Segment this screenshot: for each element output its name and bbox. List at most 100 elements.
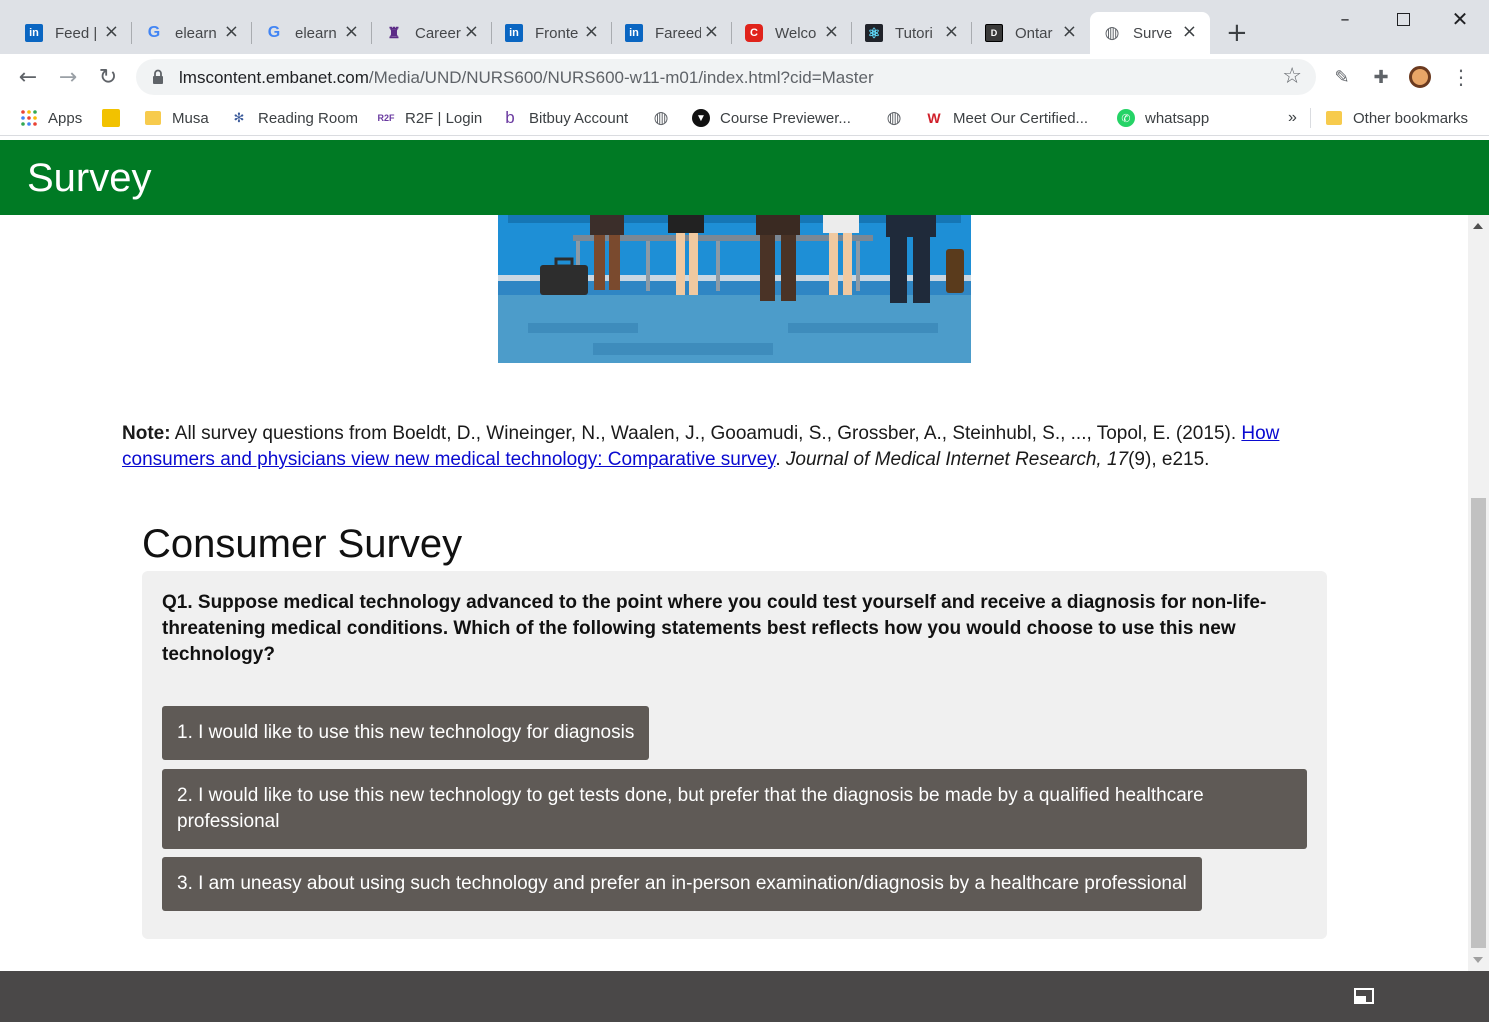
- yellow-logo-icon: [102, 109, 120, 127]
- note-label: Note:: [122, 423, 171, 444]
- citation-note: Note: All survey questions from Boeldt, …: [122, 421, 1352, 473]
- url-text: lmscontent.embanet.com/Media/UND/NURS600…: [179, 68, 874, 88]
- bookmark-label: Musa: [172, 109, 209, 127]
- note-text: All survey questions from Boeldt, D., Wi…: [170, 423, 1242, 444]
- google-icon: G: [147, 24, 161, 41]
- bitbuy-logo-icon: b: [505, 108, 515, 127]
- tab-title: Fronte: [535, 24, 579, 42]
- tab-title: Surve: [1133, 24, 1173, 42]
- linkedin-icon: in: [505, 24, 523, 42]
- bookmark-globe[interactable]: ◍: [652, 107, 680, 129]
- tab-elearn-2[interactable]: G elearn ×: [252, 12, 372, 54]
- react-icon: ⚛: [865, 24, 883, 42]
- answer-option-3[interactable]: 3. I am uneasy about using such technolo…: [162, 857, 1202, 911]
- close-tab-icon[interactable]: ×: [704, 23, 719, 41]
- question-card: Q1. Suppose medical technology advanced …: [142, 571, 1327, 939]
- bookmarks-overflow-chevron[interactable]: »: [1288, 107, 1297, 129]
- tab-title: Tutori: [895, 24, 933, 42]
- answer-option-2[interactable]: 2. I would like to use this new technolo…: [162, 769, 1307, 849]
- kebab-menu-icon[interactable]: ⋮: [1450, 65, 1472, 89]
- bookmark-reading-room[interactable]: ✻ Reading Room: [230, 107, 359, 129]
- linkedin-icon: in: [25, 24, 43, 42]
- back-icon[interactable]: ←: [13, 62, 43, 92]
- close-tab-icon[interactable]: ×: [104, 23, 119, 41]
- extensions-puzzle-icon[interactable]: ✚: [1370, 66, 1392, 88]
- url-path: /Media/UND/NURS600/NURS600-w11-m01/index…: [368, 68, 874, 87]
- address-bar[interactable]: lmscontent.embanet.com/Media/UND/NURS600…: [136, 59, 1316, 95]
- bookmark-label: R2F | Login: [405, 109, 483, 127]
- tab-elearn-1[interactable]: G elearn ×: [132, 12, 252, 54]
- fullscreen-toggle-icon[interactable]: [1354, 988, 1374, 1004]
- bookmark-divider: [1310, 108, 1311, 128]
- tab-feed[interactable]: in Feed | ×: [12, 12, 132, 54]
- close-tab-icon[interactable]: ×: [584, 23, 599, 41]
- close-tab-icon[interactable]: ×: [1062, 23, 1077, 41]
- tab-fareed[interactable]: in Fareed ×: [612, 12, 732, 54]
- bookmark-other[interactable]: Other bookmarks: [1325, 107, 1468, 129]
- page-scrollbar[interactable]: [1468, 215, 1489, 971]
- folder-icon: [1325, 109, 1343, 127]
- bookmark-meet-certified[interactable]: W Meet Our Certified...: [925, 107, 1088, 129]
- shield-logo-icon: ▼: [692, 109, 710, 127]
- overflow-label: »: [1288, 109, 1297, 126]
- close-tab-icon[interactable]: ×: [224, 23, 239, 41]
- bookmark-apps[interactable]: Apps: [20, 107, 82, 129]
- bookmark-course-previewer[interactable]: ▼ Course Previewer...: [692, 107, 851, 129]
- bookmark-r2f[interactable]: R2F R2F | Login: [377, 107, 482, 129]
- bookmark-label: Reading Room: [258, 109, 359, 127]
- globe-icon: ◍: [653, 108, 669, 128]
- apps-grid-icon: [20, 109, 38, 127]
- scroll-down-arrow-icon[interactable]: [1473, 957, 1483, 963]
- whatsapp-icon: ✆: [1117, 109, 1135, 127]
- tab-title: elearn: [175, 24, 217, 42]
- tab-title: Ontar: [1015, 24, 1053, 42]
- tab-title: Career: [415, 24, 461, 42]
- bookmark-label: Other bookmarks: [1353, 109, 1469, 127]
- url-host: lmscontent.embanet.com: [179, 68, 369, 87]
- eyedropper-extension-icon[interactable]: ✎: [1331, 66, 1353, 88]
- linkedin-icon: in: [625, 24, 643, 42]
- bookmark-label: Course Previewer...: [720, 109, 851, 127]
- tab-tutorial[interactable]: ⚛ Tutori ×: [852, 12, 972, 54]
- tab-ontario[interactable]: D Ontar ×: [972, 12, 1090, 54]
- tab-title: Welco: [775, 24, 817, 42]
- new-tab-icon[interactable]: +: [1226, 20, 1248, 46]
- reload-icon[interactable]: ↻: [93, 62, 123, 92]
- bookmark-whatsapp[interactable]: ✆ whatsapp: [1117, 107, 1209, 129]
- close-tab-icon[interactable]: ×: [824, 23, 839, 41]
- question-text: Q1. Suppose medical technology advanced …: [162, 592, 1267, 665]
- player-footer: [0, 971, 1489, 1022]
- lock-icon: [153, 69, 163, 84]
- maximize-icon[interactable]: [1374, 4, 1432, 34]
- tab-title: Fareed: [655, 24, 701, 42]
- r2f-logo-icon: R2F: [377, 113, 395, 123]
- close-tab-icon[interactable]: ×: [464, 23, 479, 41]
- answer-option-1[interactable]: 1. I would like to use this new technolo…: [162, 706, 650, 760]
- tab-career[interactable]: ♜ Career ×: [372, 12, 492, 54]
- bookmark-bitbuy[interactable]: b Bitbuy Account: [501, 107, 628, 129]
- bookmark-yellow-logo[interactable]: [102, 107, 130, 129]
- close-tab-icon[interactable]: ×: [1182, 23, 1197, 41]
- survey-heading: Consumer Survey: [142, 522, 463, 566]
- tab-survey[interactable]: ◍ Surve ×: [1090, 12, 1210, 54]
- profile-avatar-icon[interactable]: [1409, 66, 1431, 88]
- scroll-up-arrow-icon[interactable]: [1473, 223, 1483, 229]
- tab-frontend[interactable]: in Fronte ×: [492, 12, 612, 54]
- forward-icon[interactable]: →: [53, 62, 83, 92]
- minimize-icon[interactable]: –: [1316, 4, 1374, 34]
- close-tab-icon[interactable]: ×: [944, 23, 959, 41]
- university-crest-icon: ♜: [387, 25, 401, 42]
- bookmark-globe-2[interactable]: ◍: [885, 107, 913, 129]
- journal-name: Journal of Medical Internet Research, 17: [785, 449, 1129, 470]
- close-tab-icon[interactable]: ×: [344, 23, 359, 41]
- bookmark-musa[interactable]: Musa: [144, 107, 209, 129]
- bookmark-star-icon[interactable]: ☆: [1282, 64, 1302, 89]
- google-icon: G: [267, 24, 281, 41]
- scrollbar-thumb[interactable]: [1471, 498, 1486, 948]
- folder-icon: [144, 109, 162, 127]
- certified-logo-icon: W: [927, 110, 941, 126]
- tab-welcome[interactable]: C Welco ×: [732, 12, 852, 54]
- bookmark-label: Meet Our Certified...: [953, 109, 1089, 127]
- content-area: Note: All survey questions from Boeldt, …: [0, 215, 1468, 971]
- close-window-icon[interactable]: ✕: [1431, 4, 1489, 34]
